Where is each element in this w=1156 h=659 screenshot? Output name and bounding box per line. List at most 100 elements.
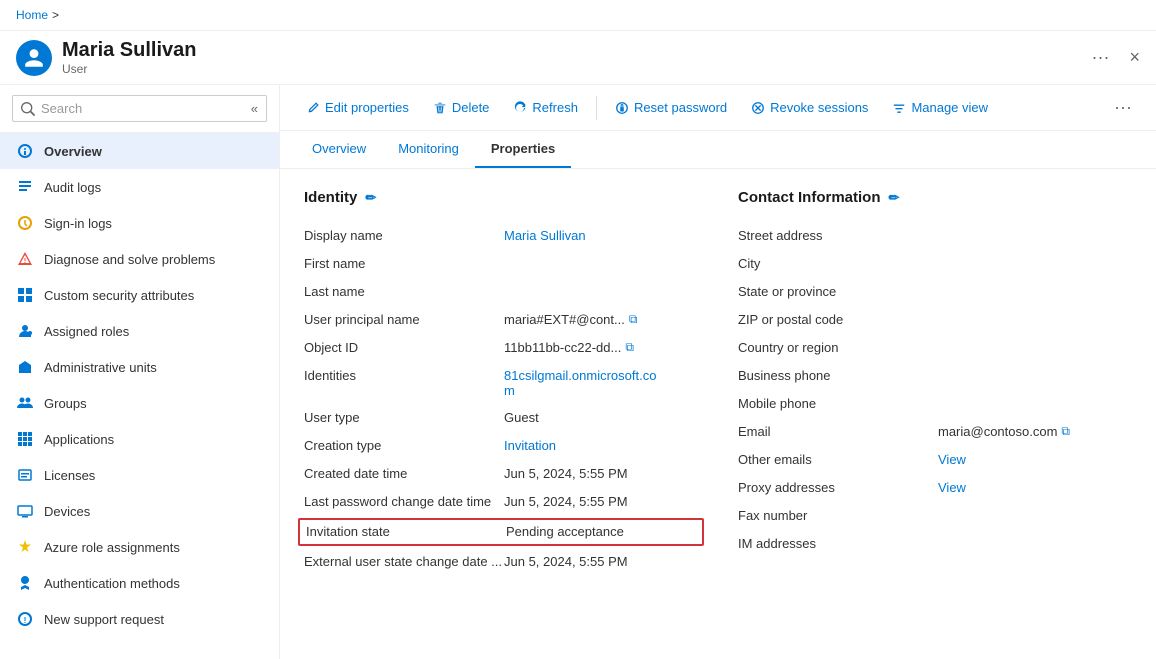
sidebar-label-groups: Groups	[44, 396, 87, 411]
sidebar-item-custom-security[interactable]: Custom security attributes	[0, 277, 279, 313]
header-title-block: Maria Sullivan User	[62, 39, 1084, 76]
identity-section-title: Identity ✏	[304, 189, 698, 206]
sidebar-label-licenses: Licenses	[44, 468, 95, 483]
revoke-sessions-icon	[751, 101, 765, 115]
toolbar: Edit properties Delete Refresh Reset pas…	[280, 85, 1156, 131]
breadcrumb-home[interactable]: Home	[16, 8, 48, 22]
sidebar-label-support: New support request	[44, 612, 164, 627]
sidebar-item-diagnose[interactable]: Diagnose and solve problems	[0, 241, 279, 277]
reset-password-icon	[615, 101, 629, 115]
prop-created-date: Created date time Jun 5, 2024, 5:55 PM	[304, 460, 698, 488]
content-area: Edit properties Delete Refresh Reset pas…	[280, 85, 1156, 659]
identity-edit-icon[interactable]: ✏	[365, 190, 376, 206]
prop-email: Email maria@contoso.com ⧉	[738, 418, 1132, 446]
prop-country: Country or region	[738, 334, 1132, 362]
prop-last-name: Last name	[304, 278, 698, 306]
prop-business-phone: Business phone	[738, 362, 1132, 390]
user-avatar-icon	[23, 47, 45, 69]
groups-icon	[16, 394, 34, 412]
licenses-icon	[16, 466, 34, 484]
prop-user-type: User type Guest	[304, 404, 698, 432]
avatar	[16, 40, 52, 76]
sidebar-label-assigned-roles: Assigned roles	[44, 324, 129, 339]
contact-edit-icon[interactable]: ✏	[889, 190, 900, 206]
diagnose-icon	[16, 250, 34, 268]
overview-icon	[16, 142, 34, 160]
collapse-button[interactable]: «	[251, 101, 258, 116]
search-icon	[21, 102, 35, 116]
sidebar-label-azure-roles: Azure role assignments	[44, 540, 180, 555]
edit-properties-button[interactable]: Edit properties	[296, 94, 419, 121]
edit-icon	[306, 101, 320, 115]
tab-overview[interactable]: Overview	[296, 131, 382, 168]
identity-section: Identity ✏ Display name Maria Sullivan F…	[304, 189, 698, 639]
sidebar-label-devices: Devices	[44, 504, 90, 519]
sidebar-item-support[interactable]: New support request	[0, 601, 279, 637]
prop-proxy-addresses: Proxy addresses View	[738, 474, 1132, 502]
prop-im-addresses: IM addresses	[738, 530, 1132, 558]
email-copy-icon[interactable]: ⧉	[1061, 424, 1070, 439]
prop-display-name: Display name Maria Sullivan	[304, 222, 698, 250]
prop-creation-type: Creation type Invitation	[304, 432, 698, 460]
prop-identities: Identities 81csilgmail.onmicrosoft.co m	[304, 362, 698, 404]
prop-upn: User principal name maria#EXT#@cont... ⧉	[304, 306, 698, 334]
user-name: Maria Sullivan	[62, 39, 1084, 62]
properties-content: Identity ✏ Display name Maria Sullivan F…	[280, 169, 1156, 659]
applications-icon	[16, 430, 34, 448]
prop-object-id: Object ID 11bb11bb-cc22-dd... ⧉	[304, 334, 698, 362]
search-input[interactable]	[41, 101, 245, 116]
header-more-button[interactable]: ···	[1092, 47, 1110, 68]
sidebar-item-overview[interactable]: Overview	[0, 133, 279, 169]
sidebar-item-audit-logs[interactable]: Audit logs	[0, 169, 279, 205]
sidebar-item-applications[interactable]: Applications	[0, 421, 279, 457]
sidebar-label-custom-security: Custom security attributes	[44, 288, 194, 303]
tab-properties[interactable]: Properties	[475, 131, 571, 168]
prop-fax: Fax number	[738, 502, 1132, 530]
prop-external-state-change: External user state change date ... Jun …	[304, 548, 698, 576]
manage-view-button[interactable]: Manage view	[882, 94, 998, 121]
audit-logs-icon	[16, 178, 34, 196]
sidebar-item-licenses[interactable]: Licenses	[0, 457, 279, 493]
refresh-icon	[513, 101, 527, 115]
sidebar-item-groups[interactable]: Groups	[0, 385, 279, 421]
delete-button[interactable]: Delete	[423, 94, 500, 121]
object-id-copy-icon[interactable]: ⧉	[625, 340, 634, 355]
breadcrumb: Home >	[0, 0, 1156, 31]
sidebar-label-auth-methods: Authentication methods	[44, 576, 180, 591]
sidebar-item-admin-units[interactable]: Administrative units	[0, 349, 279, 385]
support-icon	[16, 610, 34, 628]
main-layout: « Overview Audit logs	[0, 85, 1156, 659]
reset-password-button[interactable]: Reset password	[605, 94, 737, 121]
sidebar-item-auth-methods[interactable]: Authentication methods	[0, 565, 279, 601]
revoke-sessions-button[interactable]: Revoke sessions	[741, 94, 878, 121]
prop-city: City	[738, 250, 1132, 278]
close-button[interactable]: ×	[1129, 47, 1140, 68]
refresh-button[interactable]: Refresh	[503, 94, 588, 121]
delete-icon	[433, 101, 447, 115]
sidebar-item-azure-roles[interactable]: Azure role assignments	[0, 529, 279, 565]
search-box[interactable]: «	[12, 95, 267, 122]
auth-methods-icon	[16, 574, 34, 592]
prop-street: Street address	[738, 222, 1132, 250]
manage-view-icon	[892, 101, 906, 115]
tab-monitoring[interactable]: Monitoring	[382, 131, 475, 168]
sidebar-item-devices[interactable]: Devices	[0, 493, 279, 529]
sidebar-label-admin-units: Administrative units	[44, 360, 157, 375]
upn-copy-icon[interactable]: ⧉	[629, 312, 638, 327]
custom-security-icon	[16, 286, 34, 304]
contact-section-title: Contact Information ✏	[738, 189, 1132, 206]
toolbar-more-button[interactable]: ···	[1106, 93, 1140, 122]
prop-invitation-state: Invitation state Pending acceptance	[298, 518, 704, 546]
sidebar-label-audit-logs: Audit logs	[44, 180, 101, 195]
assigned-roles-icon	[16, 322, 34, 340]
toolbar-separator	[596, 96, 597, 120]
sidebar-item-signin-logs[interactable]: Sign-in logs	[0, 205, 279, 241]
prop-first-name: First name	[304, 250, 698, 278]
sidebar: « Overview Audit logs	[0, 85, 280, 659]
signin-logs-icon	[16, 214, 34, 232]
nav-list: Overview Audit logs Sign-in logs	[0, 133, 279, 637]
prop-last-password: Last password change date time Jun 5, 20…	[304, 488, 698, 516]
page-header: Maria Sullivan User ··· ×	[0, 31, 1156, 85]
sidebar-label-applications: Applications	[44, 432, 114, 447]
sidebar-item-assigned-roles[interactable]: Assigned roles	[0, 313, 279, 349]
